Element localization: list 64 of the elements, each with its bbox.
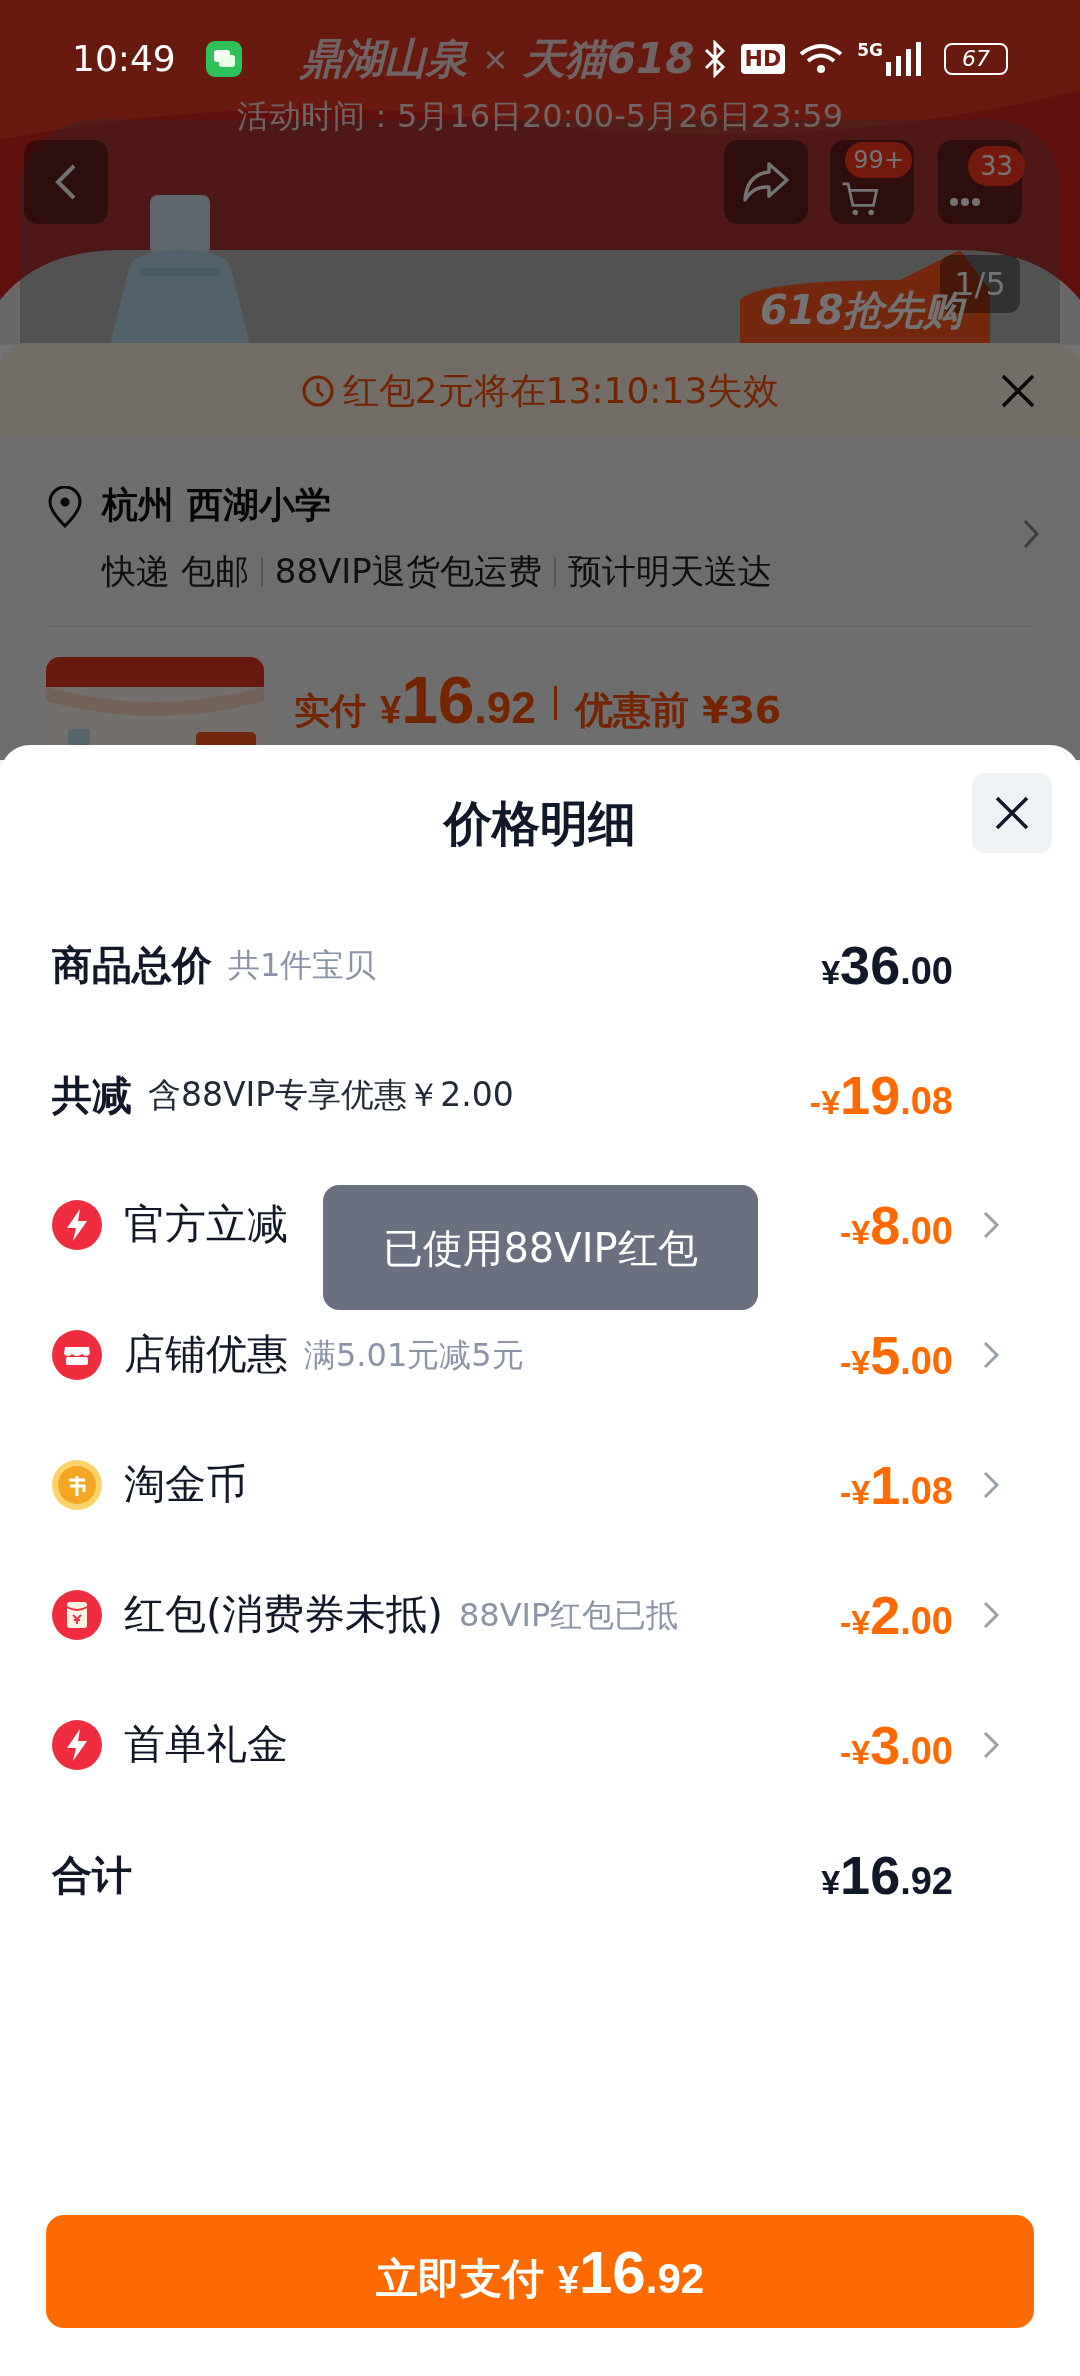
battery-indicator: 67 (944, 43, 1008, 75)
row-label: 商品总价 (52, 941, 212, 990)
chevron-right-icon[interactable] (982, 1730, 1000, 1760)
brand-logo: 鼎湖山泉 (300, 38, 468, 80)
cart-badge: 99+ (845, 142, 912, 178)
row-label: 合计 (52, 1851, 132, 1900)
row-note: 88VIP红包已抵 (459, 1595, 679, 1636)
envelope-icon (52, 1590, 102, 1640)
location-pin-icon (46, 486, 84, 528)
address-title: 杭州 西湖小学 (102, 483, 332, 527)
countdown-notice: 红包2元将在13:10:13失效 (342, 368, 780, 413)
row-note: 满5.01元减5元 (304, 1335, 524, 1376)
bluetooth-icon (702, 40, 727, 78)
close-button[interactable] (972, 773, 1052, 853)
lightning-icon (52, 1720, 102, 1770)
signal-icon (886, 42, 922, 76)
more-icon (950, 198, 980, 206)
amount-value: -¥3.00 (839, 1718, 953, 1772)
delivery-info: 预计明天送达 (567, 550, 772, 593)
amount-value: -¥2.00 (839, 1588, 953, 1642)
amount-value: ¥36.00 (821, 938, 953, 992)
cart-icon (840, 180, 880, 218)
chevron-right-icon[interactable] (1022, 518, 1040, 550)
message-app-icon (205, 41, 242, 77)
chevron-right-icon[interactable] (982, 1470, 1000, 1500)
row-label: 官方立减 (124, 1199, 288, 1251)
row-label: 淘金币 (124, 1459, 247, 1511)
row-label: 店铺优惠 (124, 1329, 288, 1381)
chevron-right-icon[interactable] (982, 1600, 1000, 1630)
chevron-right-icon[interactable] (982, 1210, 1000, 1240)
sheet-title: 价格明细 (444, 793, 636, 853)
chevron-right-icon[interactable] (982, 1340, 1000, 1370)
amount-value: ¥16.92 (821, 1848, 953, 1902)
wifi-icon (799, 42, 844, 76)
row-label: 红包(消费券未抵) (124, 1589, 443, 1641)
lightning-icon (52, 1200, 102, 1250)
delivery-info: 快递 包邮 (102, 550, 249, 593)
before-discount-price: 优惠前 ¥36 (574, 687, 782, 734)
row-label: 首单礼金 (124, 1719, 288, 1771)
row-note: 共1件宝贝 (228, 945, 377, 986)
row-label: 共减 (52, 1071, 132, 1120)
amount-value: -¥5.00 (839, 1328, 953, 1382)
status-time: 10:49 (72, 37, 176, 81)
toast-message: 已使用88VIP红包 (323, 1185, 758, 1310)
separator-mark: × (482, 43, 509, 75)
pay-button[interactable]: 立即支付 ¥16.92 (46, 2215, 1034, 2328)
share-icon (741, 160, 791, 204)
paid-label: 实付 (294, 689, 366, 733)
close-icon (994, 795, 1030, 831)
paid-amount: ¥16.92 (380, 667, 536, 733)
partner-logo: 天猫618 (522, 38, 695, 80)
delivery-info: 88VIP退货包运费 (274, 550, 542, 593)
hd-badge: HD (740, 44, 786, 74)
amount-value: -¥19.08 (809, 1068, 953, 1122)
amount-value: -¥1.08 (839, 1458, 953, 1512)
activity-time: 活动时间：5月16日20:00-5月26日23:59 (235, 96, 845, 137)
shop-icon (52, 1330, 102, 1380)
pay-amount: ¥16.92 (557, 2243, 705, 2303)
amount-value: -¥8.00 (839, 1198, 953, 1252)
coin-icon (52, 1460, 102, 1510)
close-icon[interactable] (1000, 372, 1036, 409)
network-type: 5G (857, 42, 883, 59)
clock-icon (300, 373, 335, 408)
row-note: 含88VIP专享优惠￥2.00 (148, 1074, 514, 1117)
